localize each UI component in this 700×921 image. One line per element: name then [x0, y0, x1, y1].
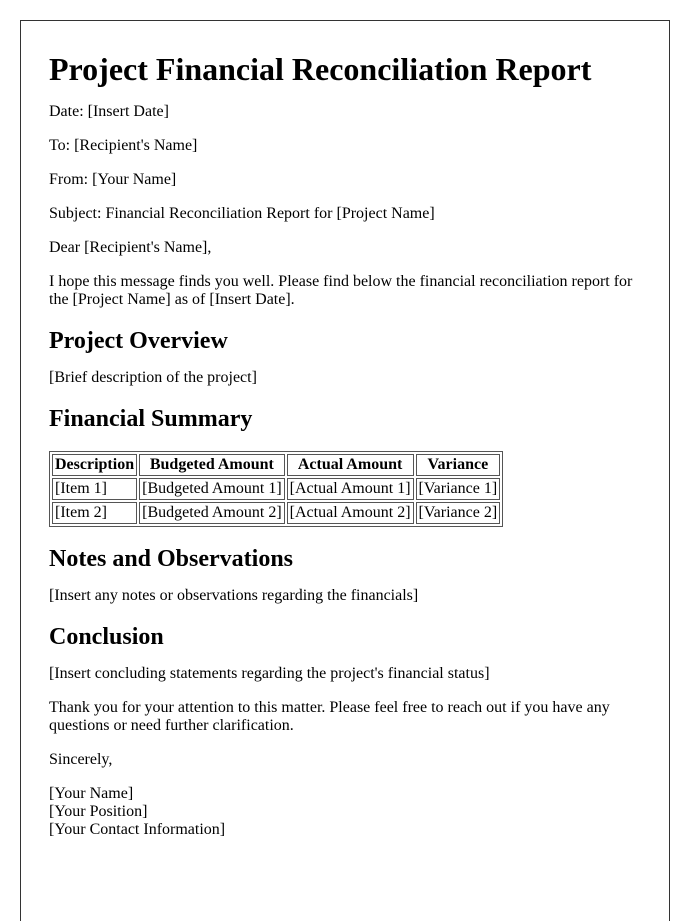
table-header-row: Description Budgeted Amount Actual Amoun… [52, 454, 501, 476]
conclusion-body: [Insert concluding statements regarding … [49, 665, 490, 682]
notes-heading: Notes and Observations [49, 546, 294, 572]
document-page: Project Financial Reconciliation Report … [20, 20, 670, 921]
column-header: Description [52, 454, 138, 476]
table-row: [Item 2] [Budgeted Amount 2] [Actual Amo… [52, 502, 501, 524]
financial-summary-table: Description Budgeted Amount Actual Amoun… [49, 451, 504, 527]
document-title: Project Financial Reconciliation Report [49, 51, 592, 87]
intro-paragraph: I hope this message finds you well. Plea… [49, 273, 633, 308]
table-cell: [Budgeted Amount 1] [139, 478, 285, 500]
overview-body: [Brief description of the project] [49, 369, 257, 386]
table-cell: [Item 2] [52, 502, 138, 524]
closing-paragraph: Thank you for your attention to this mat… [49, 699, 610, 734]
overview-heading: Project Overview [49, 328, 228, 354]
date-line: Date: [Insert Date] [49, 103, 169, 120]
table-cell: [Item 1] [52, 478, 138, 500]
signature-position: [Your Position] [49, 803, 148, 820]
signature-block: [Your Name] [Your Position] [Your Contac… [49, 785, 649, 839]
notes-body: [Insert any notes or observations regard… [49, 587, 419, 604]
conclusion-heading: Conclusion [49, 624, 164, 650]
to-line: To: [Recipient's Name] [49, 137, 198, 154]
signature-name: [Your Name] [49, 785, 134, 802]
table-cell: [Budgeted Amount 2] [139, 502, 285, 524]
table-cell: [Actual Amount 2] [286, 502, 414, 524]
from-line: From: [Your Name] [49, 171, 177, 188]
table-row: [Item 1] [Budgeted Amount 1] [Actual Amo… [52, 478, 501, 500]
table-cell: [Actual Amount 1] [286, 478, 414, 500]
signature-contact: [Your Contact Information] [49, 821, 226, 838]
table-cell: [Variance 1] [415, 478, 501, 500]
signoff: Sincerely, [49, 751, 113, 768]
column-header: Actual Amount [286, 454, 414, 476]
column-header: Variance [415, 454, 501, 476]
salutation: Dear [Recipient's Name], [49, 239, 212, 256]
summary-heading: Financial Summary [49, 406, 253, 432]
table-cell: [Variance 2] [415, 502, 501, 524]
column-header: Budgeted Amount [139, 454, 285, 476]
subject-line: Subject: Financial Reconciliation Report… [49, 205, 435, 222]
